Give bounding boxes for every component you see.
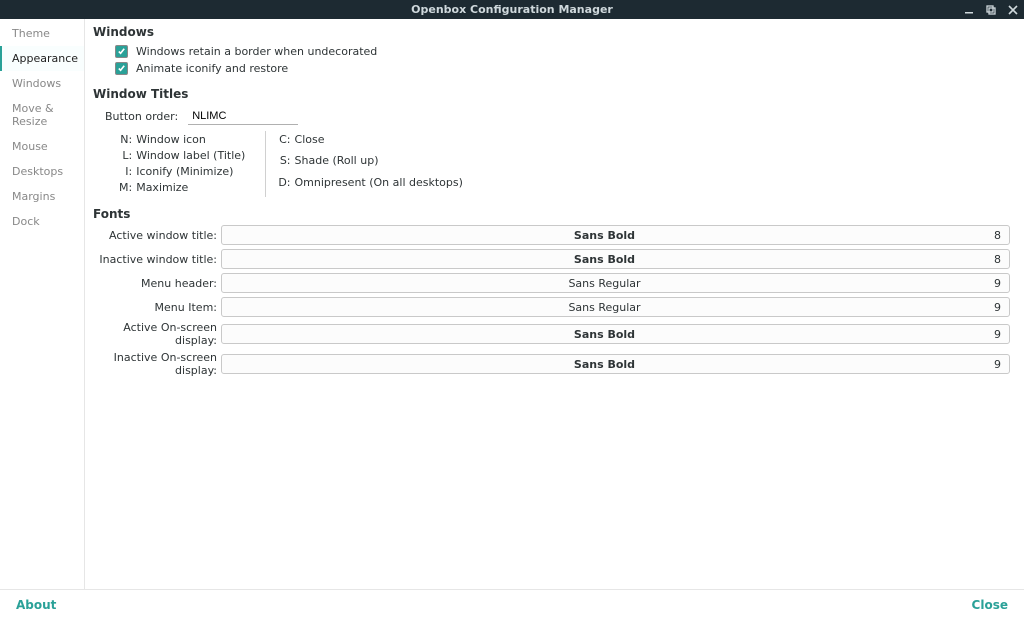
maximize-icon[interactable] xyxy=(984,3,998,17)
sidebar-item-label: Theme xyxy=(12,27,50,40)
font-button-active-osd[interactable]: Sans Bold 9 xyxy=(221,324,1010,344)
font-size: 9 xyxy=(987,277,1009,290)
font-row-menu-item: Menu Item: Sans Regular 9 xyxy=(93,297,1010,317)
font-row-inactive-window-title: Inactive window title: Sans Bold 8 xyxy=(93,249,1010,269)
button-order-label: Button order: xyxy=(105,110,178,123)
checkbox-animate-iconify-label: Animate iconify and restore xyxy=(136,62,288,75)
close-button[interactable]: Close xyxy=(972,598,1008,612)
sidebar-item-dock[interactable]: Dock xyxy=(0,209,84,234)
legend-key: D: xyxy=(278,176,292,195)
sidebar-item-label: Windows xyxy=(12,77,61,90)
button-order-legend: N:Window icon L:Window label (Title) I:I… xyxy=(93,131,1010,197)
font-size: 8 xyxy=(987,253,1009,266)
sidebar-item-label: Appearance xyxy=(12,52,78,65)
legend-val: Iconify (Minimize) xyxy=(136,165,249,179)
font-button-menu-item[interactable]: Sans Regular 9 xyxy=(221,297,1010,317)
font-button-active-window-title[interactable]: Sans Bold 8 xyxy=(221,225,1010,245)
legend-key: N: xyxy=(119,133,134,147)
sidebar-item-label: Move & Resize xyxy=(12,102,54,128)
font-button-inactive-osd[interactable]: Sans Bold 9 xyxy=(221,354,1010,374)
font-size: 9 xyxy=(987,301,1009,314)
legend-val: Close xyxy=(295,133,467,152)
font-name: Sans Bold xyxy=(222,328,987,341)
font-name: Sans Bold xyxy=(222,253,987,266)
titlebar: Openbox Configuration Manager xyxy=(0,0,1024,19)
font-label: Inactive window title: xyxy=(93,253,221,266)
font-label: Menu header: xyxy=(93,277,221,290)
legend-val: Omnipresent (On all desktops) xyxy=(295,176,467,195)
window-controls xyxy=(962,0,1020,19)
font-label: Active On-screen display: xyxy=(93,321,221,347)
section-window-titles-title: Window Titles xyxy=(93,87,1010,101)
legend-key: I: xyxy=(119,165,134,179)
sidebar-item-appearance[interactable]: Appearance xyxy=(0,46,84,71)
sidebar-item-label: Desktops xyxy=(12,165,63,178)
sidebar: Theme Appearance Windows Move & Resize M… xyxy=(0,19,85,589)
section-fonts-title: Fonts xyxy=(93,207,1010,221)
button-order-input[interactable] xyxy=(188,107,298,125)
sidebar-item-mouse[interactable]: Mouse xyxy=(0,134,84,159)
font-label: Active window title: xyxy=(93,229,221,242)
font-button-inactive-window-title[interactable]: Sans Bold 8 xyxy=(221,249,1010,269)
checkbox-retain-border-label: Windows retain a border when undecorated xyxy=(136,45,377,58)
legend-val: Maximize xyxy=(136,181,249,195)
legend-val: Window icon xyxy=(136,133,249,147)
minimize-icon[interactable] xyxy=(962,3,976,17)
sidebar-item-margins[interactable]: Margins xyxy=(0,184,84,209)
legend-key: C: xyxy=(278,133,292,152)
sidebar-item-theme[interactable]: Theme xyxy=(0,21,84,46)
legend-val: Shade (Roll up) xyxy=(295,154,467,173)
sidebar-item-label: Dock xyxy=(12,215,40,228)
section-windows-title: Windows xyxy=(93,25,1010,39)
sidebar-item-desktops[interactable]: Desktops xyxy=(0,159,84,184)
sidebar-item-label: Margins xyxy=(12,190,55,203)
legend-key: M: xyxy=(119,181,134,195)
font-row-inactive-osd: Inactive On-screen display: Sans Bold 9 xyxy=(93,351,1010,377)
font-size: 9 xyxy=(987,358,1009,371)
font-name: Sans Bold xyxy=(222,229,987,242)
font-label: Menu Item: xyxy=(93,301,221,314)
font-row-active-window-title: Active window title: Sans Bold 8 xyxy=(93,225,1010,245)
font-size: 9 xyxy=(987,328,1009,341)
checkbox-retain-border[interactable] xyxy=(115,45,128,58)
about-button[interactable]: About xyxy=(16,598,56,612)
sidebar-item-move-resize[interactable]: Move & Resize xyxy=(0,96,84,134)
legend-key: S: xyxy=(278,154,292,173)
content: Windows Windows retain a border when und… xyxy=(85,19,1024,589)
footer: About Close xyxy=(0,589,1024,619)
checkbox-animate-iconify[interactable] xyxy=(115,62,128,75)
font-row-active-osd: Active On-screen display: Sans Bold 9 xyxy=(93,321,1010,347)
font-button-menu-header[interactable]: Sans Regular 9 xyxy=(221,273,1010,293)
sidebar-item-label: Mouse xyxy=(12,140,48,153)
sidebar-item-windows[interactable]: Windows xyxy=(0,71,84,96)
window-title: Openbox Configuration Manager xyxy=(411,3,613,16)
font-name: Sans Bold xyxy=(222,358,987,371)
legend-val: Window label (Title) xyxy=(136,149,249,163)
font-row-menu-header: Menu header: Sans Regular 9 xyxy=(93,273,1010,293)
close-icon[interactable] xyxy=(1006,3,1020,17)
font-size: 8 xyxy=(987,229,1009,242)
font-label: Inactive On-screen display: xyxy=(93,351,221,377)
legend-key: L: xyxy=(119,149,134,163)
font-name: Sans Regular xyxy=(222,277,987,290)
font-name: Sans Regular xyxy=(222,301,987,314)
